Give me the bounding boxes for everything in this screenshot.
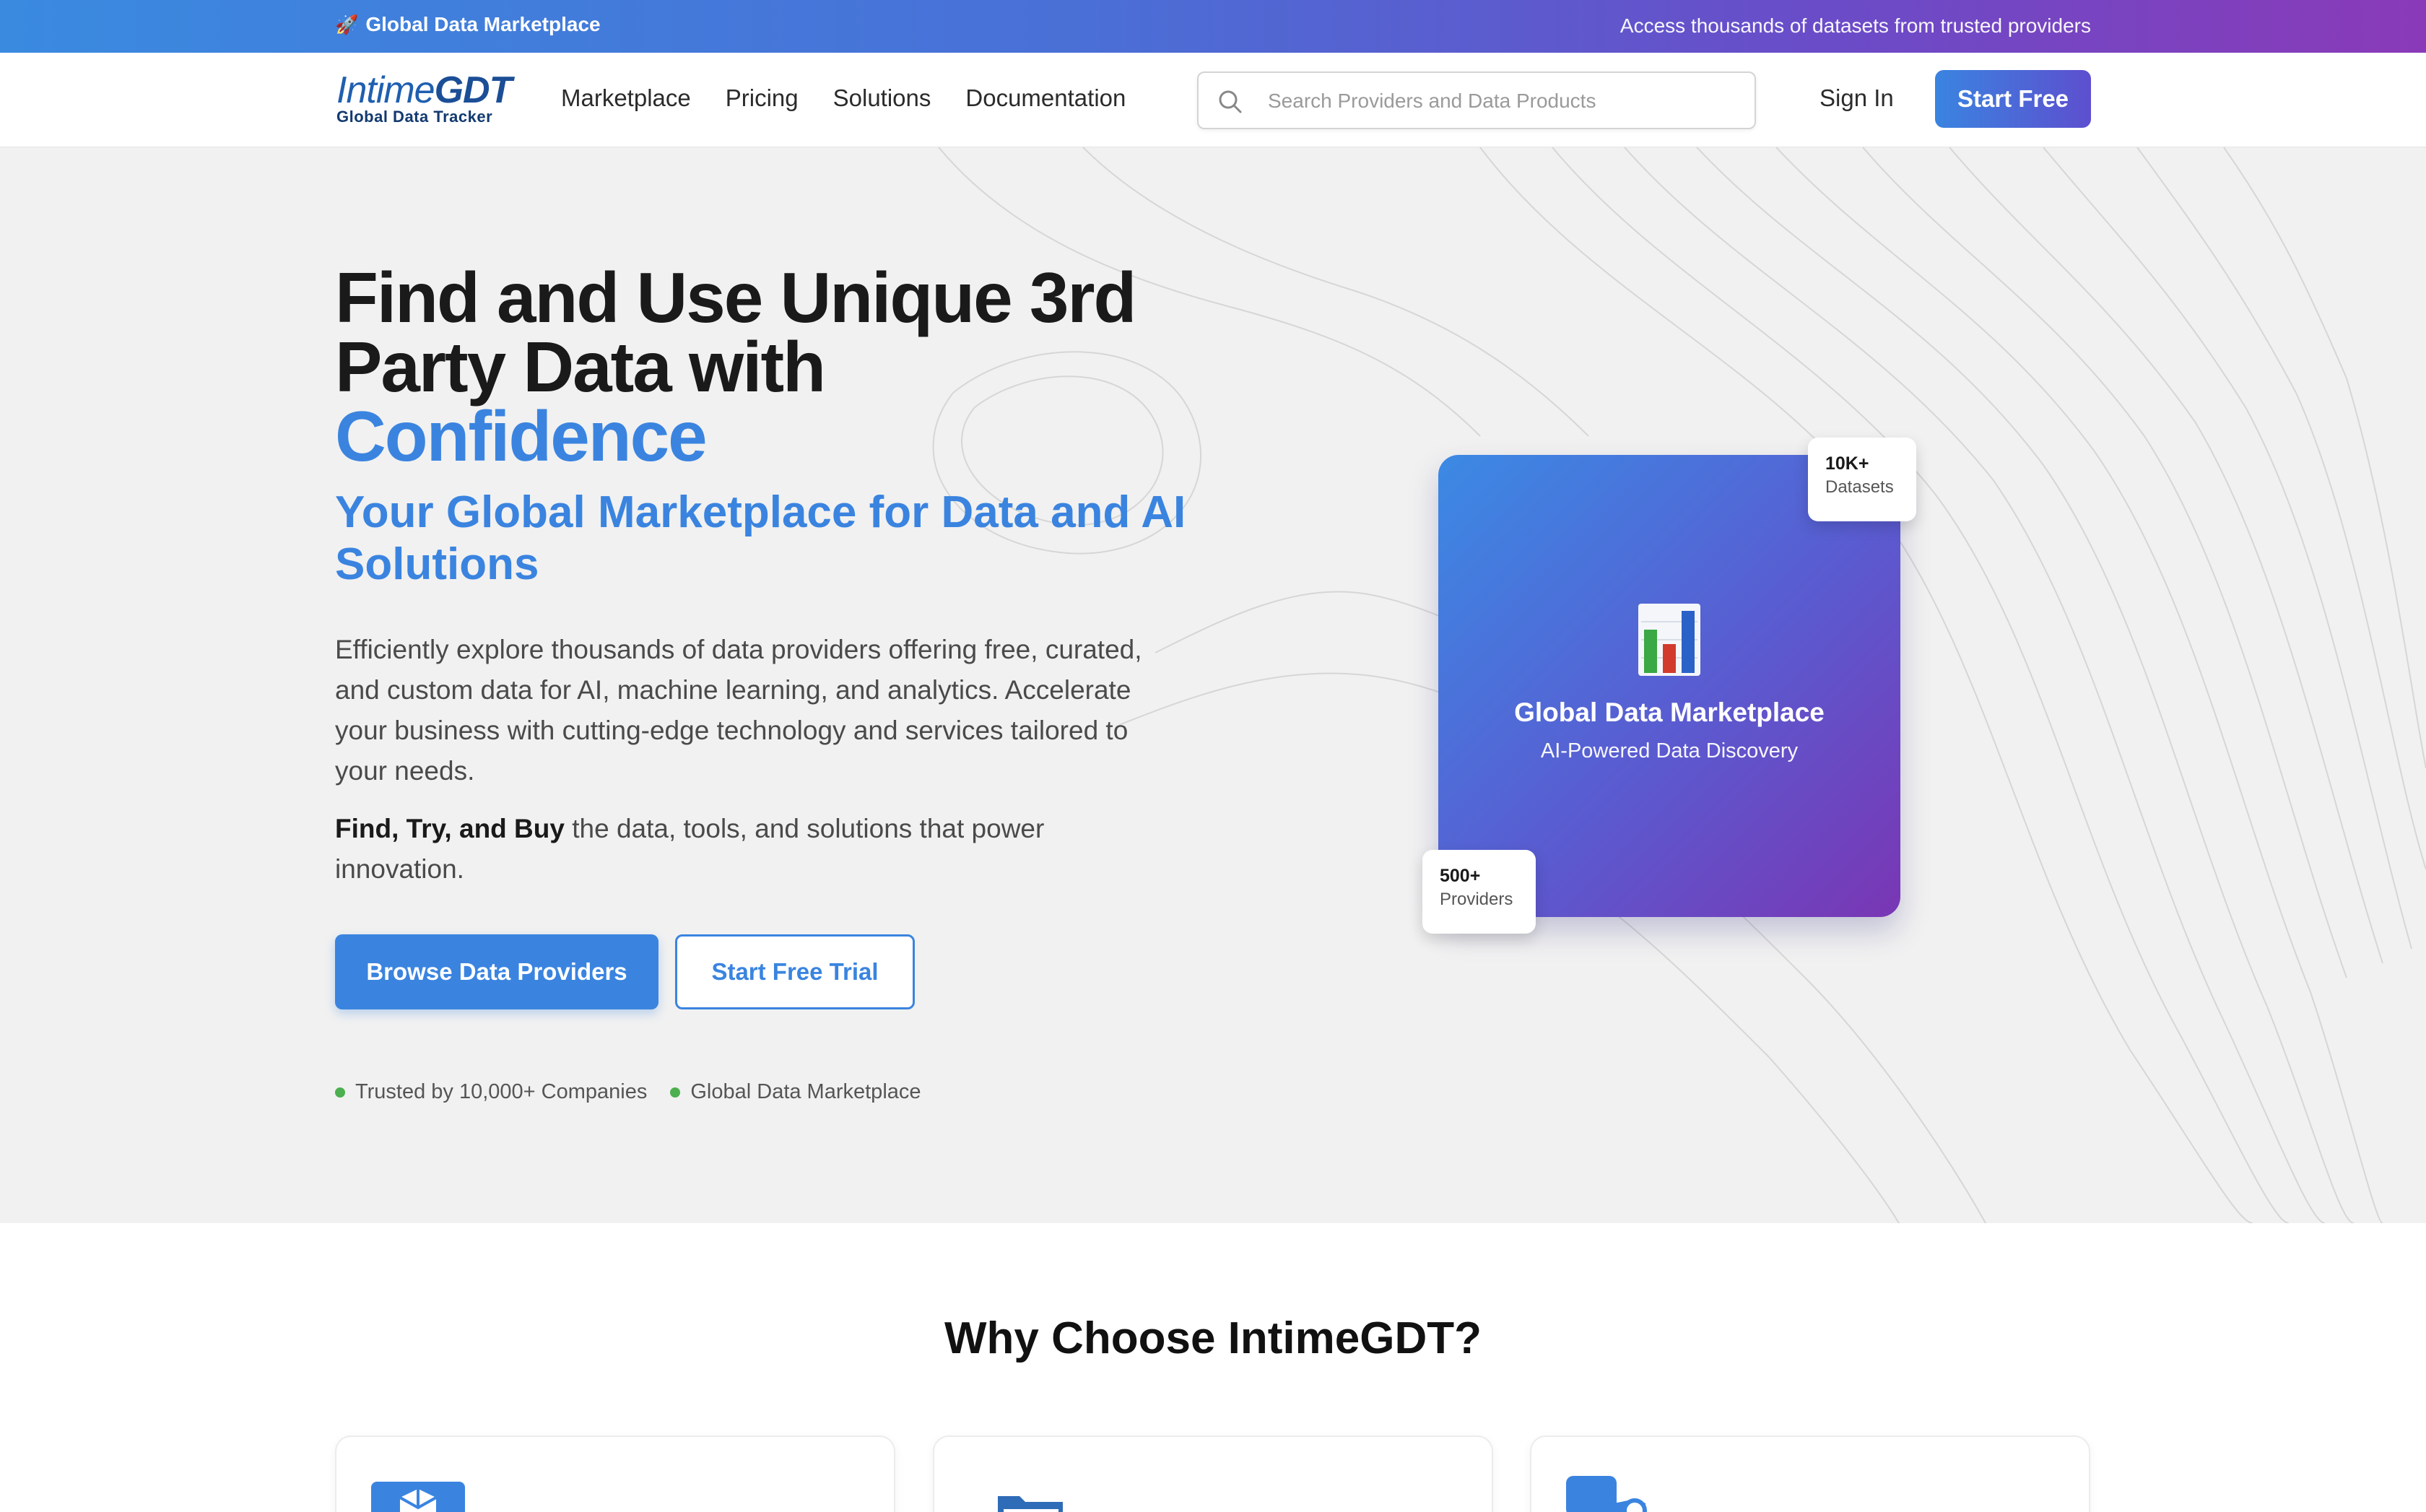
status-dot-icon <box>670 1087 681 1098</box>
why-section: Why Choose IntimeGDT? <box>0 1223 2426 1512</box>
providers-stat-badge: 500+ Providers <box>1422 850 1536 934</box>
marketplace-card: Global Data Marketplace AI-Powered Data … <box>1438 455 1900 917</box>
why-heading: Why Choose IntimeGDT? <box>944 1313 1482 1363</box>
hero-subtitle: Your Global Marketplace for Data and AI … <box>335 487 1186 589</box>
status-dot-icon <box>335 1087 345 1098</box>
logo[interactable]: IntimeGDT Global Data Tracker <box>336 70 517 128</box>
announcement-left-text: Global Data Marketplace <box>365 13 601 35</box>
nav-documentation[interactable]: Documentation <box>965 84 1126 112</box>
hero-section: Find and Use Unique 3rd Party Data with … <box>0 147 2426 1223</box>
announcement-left: 🚀 Global Data Marketplace <box>335 13 601 36</box>
announcement-right-text: Access thousands of datasets from truste… <box>1619 14 2091 37</box>
logo-main: Intime <box>336 69 435 111</box>
search-input[interactable] <box>1268 83 1730 119</box>
cube-icon <box>371 1482 465 1512</box>
hero-tagline: Find, Try, and Buy the data, tools, and … <box>335 809 1129 890</box>
trust-item: Trusted by 10,000+ Companies <box>335 1080 647 1104</box>
logo-wordmark: IntimeGDT <box>336 70 517 110</box>
stat-value: 10K+ <box>1825 453 1869 474</box>
site-header: IntimeGDT Global Data Tracker Marketplac… <box>0 53 2426 147</box>
datasets-stat-badge: 10K+ Datasets <box>1808 438 1916 521</box>
main-nav: Marketplace Pricing Solutions Documentat… <box>561 84 1126 112</box>
nav-marketplace[interactable]: Marketplace <box>561 84 691 112</box>
card-subtitle: AI-Powered Data Discovery <box>1540 739 1799 762</box>
stat-label: Providers <box>1440 890 1513 909</box>
search-icon <box>1219 90 1242 113</box>
feature-card[interactable] <box>335 1435 895 1512</box>
bar-chart-icon <box>1638 604 1700 676</box>
sign-in-link[interactable]: Sign In <box>1820 84 1894 112</box>
logo-tagline: Global Data Tracker <box>336 108 493 126</box>
folders-icon <box>998 1496 1063 1512</box>
hero-tagline-bold: Find, Try, and Buy <box>335 814 565 843</box>
start-trial-button[interactable]: Start Free Trial <box>675 934 915 1009</box>
start-free-button[interactable]: Start Free <box>1935 70 2091 128</box>
rocket-icon: 🚀 <box>335 13 359 35</box>
card-title: Global Data Marketplace <box>1514 698 1825 727</box>
hero-description: Efficiently explore thousands of data pr… <box>335 635 1142 786</box>
trust-item: Global Data Marketplace <box>670 1080 921 1104</box>
trust-item-label: Trusted by 10,000+ Companies <box>355 1080 648 1103</box>
trust-item-label: Global Data Marketplace <box>690 1080 921 1103</box>
hero-title-main: Find and Use Unique 3rd Party Data with <box>335 258 1136 407</box>
feature-card[interactable] <box>933 1435 1493 1512</box>
announcement-bar: 🚀 Global Data Marketplace Access thousan… <box>0 0 2426 53</box>
stat-value: 500+ <box>1440 866 1481 886</box>
trust-indicators: Trusted by 10,000+ Companies Global Data… <box>335 1080 921 1104</box>
logo-accent: GDT <box>434 69 513 111</box>
nav-solutions[interactable]: Solutions <box>833 84 931 112</box>
nav-pricing[interactable]: Pricing <box>726 84 799 112</box>
feature-card[interactable] <box>1530 1435 2090 1512</box>
stat-label: Datasets <box>1825 477 1894 497</box>
browse-providers-button[interactable]: Browse Data Providers <box>335 934 658 1009</box>
hero-title-accent: Confidence <box>335 396 708 476</box>
search-box[interactable] <box>1197 71 1756 129</box>
hero-title: Find and Use Unique 3rd Party Data with … <box>335 262 1274 476</box>
connect-icon <box>1566 1476 1647 1512</box>
